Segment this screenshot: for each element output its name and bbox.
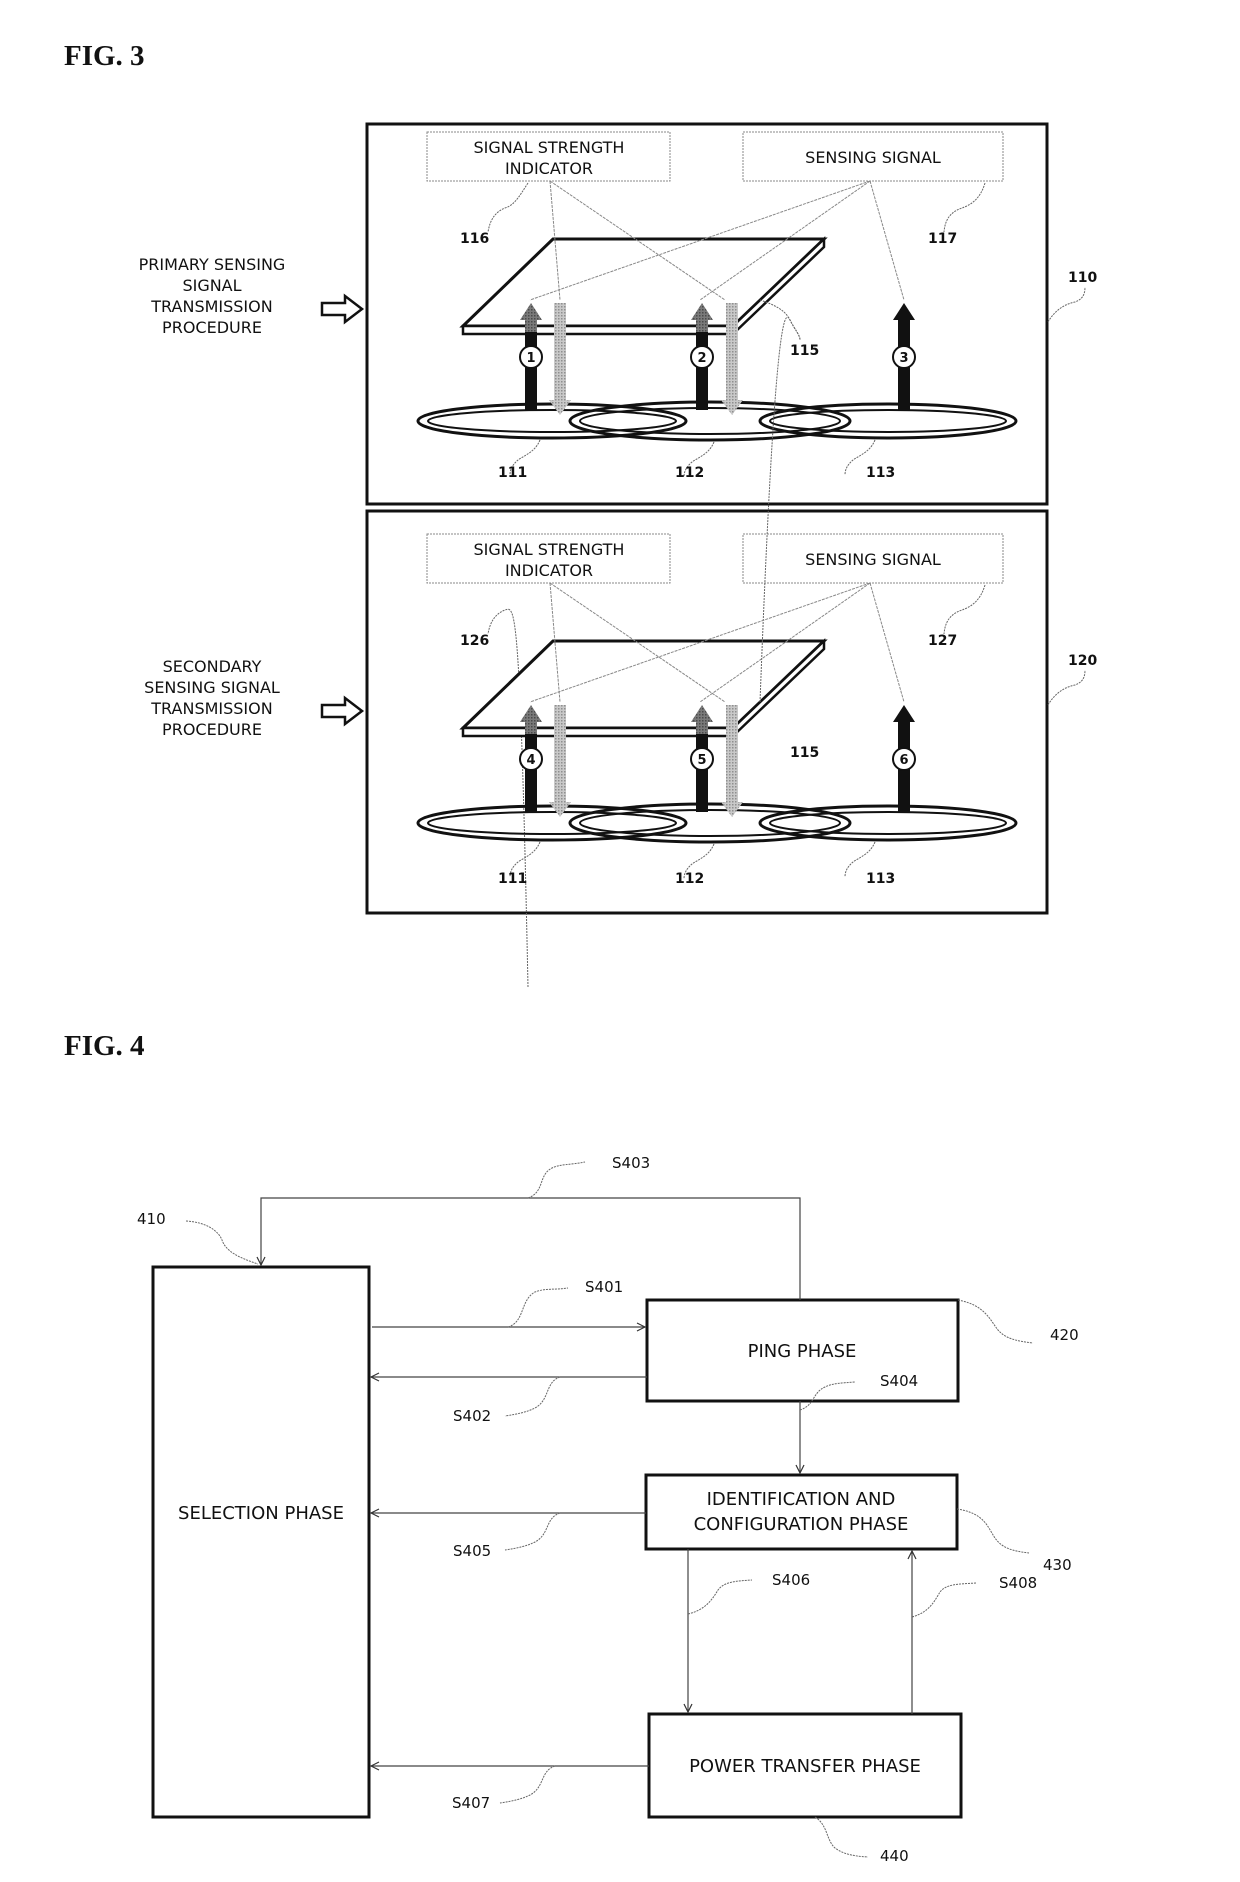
ssi-label-line1: SIGNAL STRENGTH: [474, 540, 625, 559]
idconfig-phase-label-line1: IDENTIFICATION AND: [707, 1489, 896, 1510]
ssi-label-line2: INDICATOR: [505, 561, 593, 580]
sensing-signal-label: SENSING SIGNAL: [805, 148, 941, 167]
leader-s405: [504, 1512, 561, 1551]
coil-ref: 111: [498, 871, 527, 887]
edge-label-s401: S401: [585, 1278, 623, 1296]
selection-phase-label: SELECTION PHASE: [178, 1503, 344, 1524]
signal-marker-number: 6: [899, 753, 908, 768]
patent-drawing-canvas: PRIMARY SENSING SIGNAL TRANSMISSION PROCEDU…: [137, 122, 1097, 1865]
ref-420: 420: [1050, 1326, 1079, 1344]
plate-ref: 115: [790, 745, 819, 761]
leader-420: [957, 1299, 1034, 1344]
signal-marker-number: 4: [526, 753, 535, 768]
ref-410: 410: [137, 1210, 166, 1228]
leader-s402: [504, 1376, 561, 1417]
fig3-panel-primary: PRIMARY SENSING SIGNAL TRANSMISSION PROCEDU…: [139, 122, 1097, 506]
leader-410: [185, 1220, 259, 1265]
edge-label-s404: S404: [880, 1372, 918, 1390]
power-transfer-phase-label: POWER TRANSFER PHASE: [689, 1756, 921, 1777]
procedure-label-line: PROCEDURE: [162, 318, 262, 337]
identification-configuration-phase-box: [644, 1473, 959, 1551]
leader-s403: [527, 1161, 586, 1199]
sensing-ref: 127: [928, 633, 957, 649]
ssi-label-line2: INDICATOR: [505, 159, 593, 178]
procedure-label-line: PRIMARY SENSING: [139, 255, 286, 274]
selection-phase-box: [151, 1265, 371, 1819]
coil-ref: 112: [675, 871, 704, 887]
signal-marker-number: 5: [697, 753, 706, 768]
coil-ref: 113: [866, 871, 895, 887]
procedure-label-line: SENSING SIGNAL: [144, 678, 280, 697]
leader-panel: [1047, 286, 1086, 323]
edge-label-s408: S408: [999, 1574, 1037, 1592]
edge-label-s405: S405: [453, 1542, 491, 1560]
procedure-label-line: SIGNAL: [182, 276, 241, 295]
ssi-ref: 126: [460, 633, 489, 649]
sensing-ref: 117: [928, 231, 957, 247]
coil-ref: 112: [675, 465, 704, 481]
coil-ref: 113: [866, 465, 895, 481]
edge-label-s407: S407: [452, 1794, 490, 1812]
hollow-arrow-icon: [320, 293, 365, 325]
ssi-label-line1: SIGNAL STRENGTH: [474, 138, 625, 157]
leader-s406: [687, 1579, 753, 1615]
signal-marker-number: 2: [697, 351, 706, 366]
signal-marker-number: 1: [526, 351, 535, 366]
edge-label-s403: S403: [612, 1154, 650, 1172]
hollow-arrow-icon: [320, 695, 365, 727]
ref-430: 430: [1043, 1556, 1072, 1574]
leader-430: [956, 1508, 1030, 1554]
leader-s407: [499, 1765, 556, 1804]
plate-ref: 115: [790, 343, 819, 359]
procedure-label-line: PROCEDURE: [162, 720, 262, 739]
panel-ref: 120: [1068, 653, 1097, 669]
sensing-signal-label: SENSING SIGNAL: [805, 550, 941, 569]
leader-440: [814, 1816, 869, 1858]
leader-s401: [507, 1287, 569, 1328]
ref-440: 440: [880, 1847, 909, 1865]
edge-label-s402: S402: [453, 1407, 491, 1425]
procedure-label-line: TRANSMISSION: [150, 699, 272, 718]
leader-s408: [911, 1582, 978, 1618]
procedure-label-line: SECONDARY: [163, 657, 262, 676]
procedure-label-line: TRANSMISSION: [150, 297, 272, 316]
ping-phase-label: PING PHASE: [748, 1341, 857, 1362]
idconfig-phase-label-line2: CONFIGURATION PHASE: [694, 1514, 909, 1535]
edge-label-s406: S406: [772, 1571, 810, 1589]
fig4-flowchart: SELECTION PHASE PING PHASE IDENTIFICATIO…: [137, 1154, 1079, 1865]
coil-ref: 111: [498, 465, 527, 481]
signal-marker-number: 3: [899, 351, 908, 366]
panel-ref: 110: [1068, 270, 1097, 286]
ssi-ref: 116: [460, 231, 489, 247]
leader-panel: [1047, 669, 1086, 706]
